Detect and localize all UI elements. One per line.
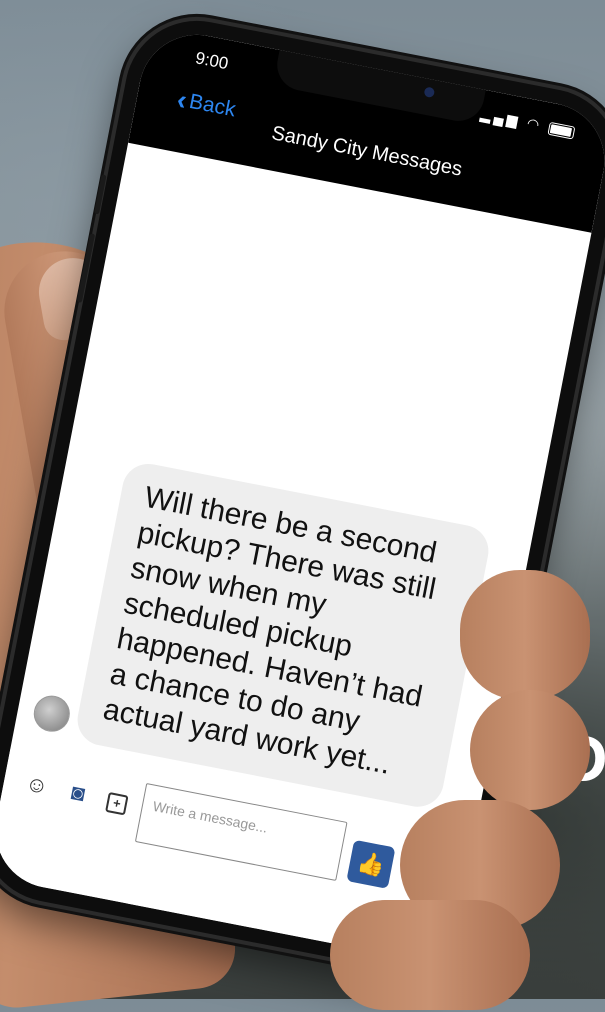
message-bubble: Will there be a second pickup? There was…	[73, 459, 493, 812]
smiley-icon[interactable]: ☺	[22, 770, 52, 800]
status-time: 9:00	[193, 48, 230, 74]
battery-icon	[547, 121, 576, 140]
system-icons: ▂▄▆ ◠	[479, 106, 576, 141]
thumbs-up-icon[interactable]: 👍	[346, 839, 396, 889]
signal-icon: ▂▄▆	[479, 105, 522, 130]
finger-index	[460, 570, 590, 700]
avatar	[30, 692, 73, 735]
sticker-icon[interactable]: +	[102, 786, 132, 816]
finger-pinky	[330, 900, 530, 1010]
wifi-icon: ◠	[525, 114, 544, 134]
front-camera-icon	[423, 86, 436, 99]
finger-middle	[470, 690, 590, 810]
camera-icon[interactable]: ◙	[63, 778, 93, 808]
